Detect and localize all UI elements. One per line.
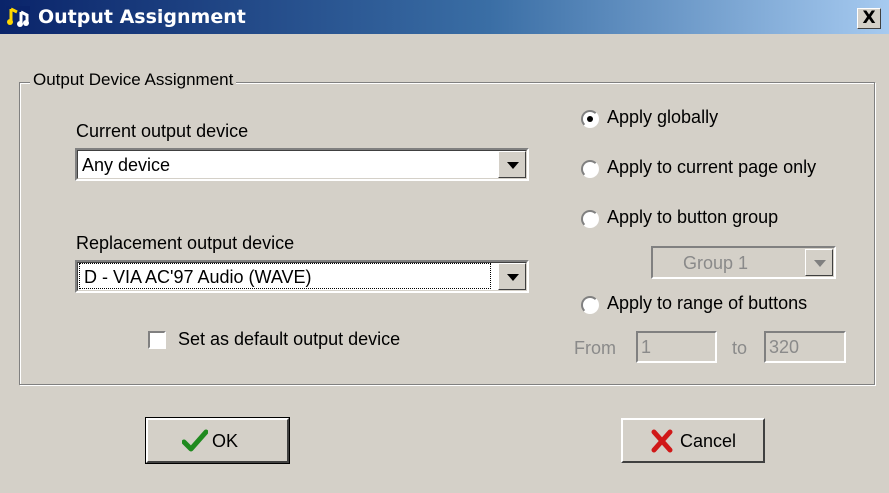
range-to-input[interactable]: 320	[764, 331, 846, 363]
radio-apply-range-label: Apply to range of buttons	[607, 293, 808, 313]
range-from-input[interactable]: 1	[636, 331, 717, 363]
radio-apply-globally[interactable]	[581, 110, 599, 128]
cancel-button[interactable]: Cancel	[621, 418, 765, 463]
red-x-icon	[651, 429, 673, 453]
radio-apply-current-page[interactable]	[581, 160, 599, 178]
radio-apply-current-page-label: Apply to current page only	[607, 157, 817, 177]
close-button[interactable]: X	[857, 8, 881, 29]
radio-apply-range[interactable]	[581, 296, 599, 314]
button-group-value: Group 1	[683, 253, 749, 273]
music-notes-icon	[6, 6, 30, 28]
default-device-label: Set as default output device	[178, 329, 401, 349]
default-device-checkbox[interactable]	[148, 331, 166, 349]
window-title: Output Assignment	[38, 6, 246, 28]
current-device-label: Current output device	[76, 121, 249, 141]
cancel-button-label: Cancel	[680, 431, 737, 451]
title-bar[interactable]: Output Assignment X	[0, 0, 889, 34]
current-device-dropdown-arrow[interactable]	[498, 151, 526, 178]
current-device-value: Any device	[82, 155, 171, 175]
radio-apply-button-group[interactable]	[581, 210, 599, 228]
ok-button[interactable]: OK	[145, 417, 290, 464]
replacement-device-dropdown-arrow[interactable]	[498, 263, 526, 290]
ok-button-label: OK	[212, 431, 239, 451]
current-device-select[interactable]: Any device	[75, 148, 529, 181]
button-group-select[interactable]: Group 1	[651, 246, 836, 279]
replacement-device-label: Replacement output device	[76, 233, 295, 253]
focus-rect	[79, 263, 491, 289]
button-group-dropdown-arrow[interactable]	[805, 249, 833, 276]
range-from-label: From	[574, 338, 616, 358]
groupbox-legend: Output Device Assignment	[30, 70, 237, 90]
checkmark-icon	[182, 429, 208, 452]
radio-apply-globally-label: Apply globally	[607, 107, 719, 127]
radio-apply-button-group-label: Apply to button group	[607, 207, 779, 227]
range-to-label: to	[732, 338, 748, 358]
